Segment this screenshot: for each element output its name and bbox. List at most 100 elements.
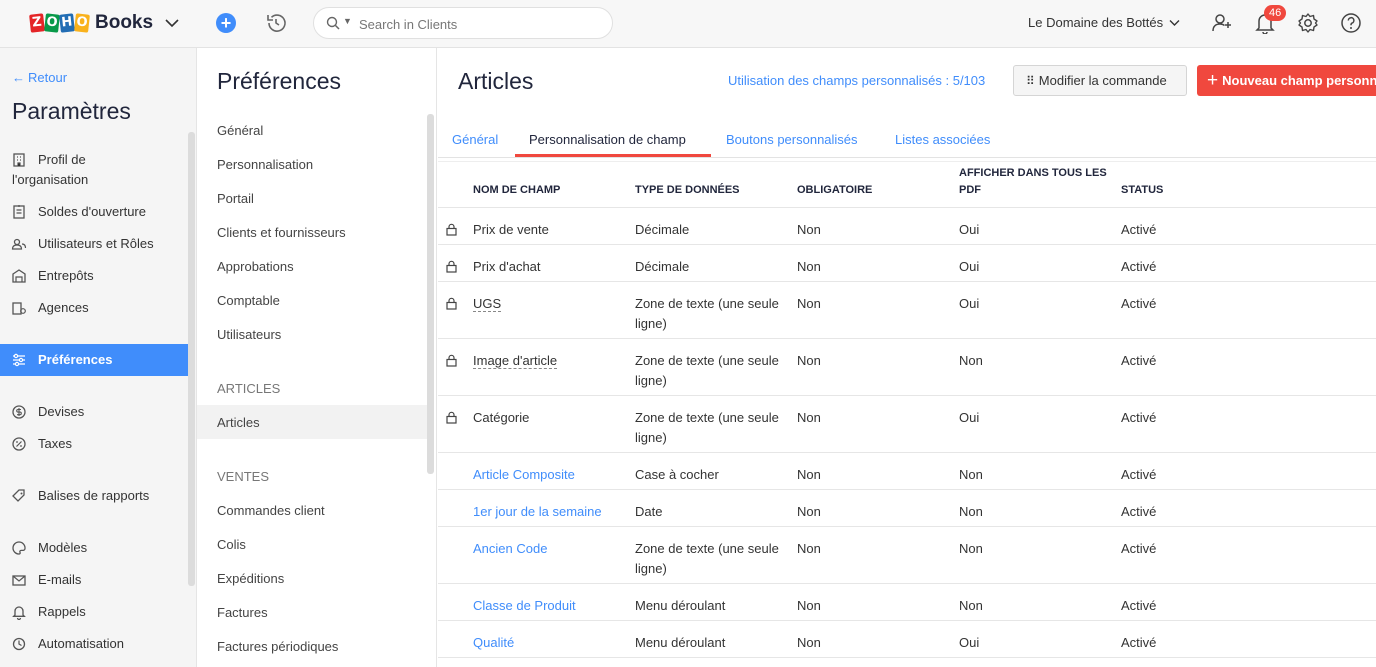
active-tab-indicator [515,154,711,157]
cell-type: Case à cocher [635,465,785,485]
preferences-menu-item[interactable]: Comptable [217,293,280,308]
back-link[interactable]: ← Retour [12,70,67,85]
preferences-menu-item[interactable]: Personnalisation [217,157,313,172]
new-custom-field-button[interactable]: + Nouveau champ personnalisé [1197,65,1376,96]
cell-text: Zone de texte (une seule ligne) [635,541,779,576]
cell-text: Ancien Code [473,541,548,556]
table-row[interactable]: Image d'article Zone de texte (une seule … [438,339,1376,396]
org-name: Le Domaine des Bottés [1028,15,1164,30]
tab-related-lists[interactable]: Listes associées [895,132,990,147]
cell-type: Décimale [635,257,785,277]
preferences-menu-item[interactable]: Commandes client [217,503,325,518]
help-icon[interactable] [1340,12,1362,34]
cell-pdf: Oui [959,257,979,277]
sidebar-item-label: Profil de [38,152,86,167]
settings-title: Paramètres [12,98,131,124]
main-content: Articles Utilisation des champs personna… [438,48,1376,667]
table-row[interactable]: Prix d'achat Décimale Non Oui Activé [438,245,1376,282]
preferences-menu-item[interactable]: Portail [217,191,254,206]
lock-icon [446,260,457,276]
cell-name: UGS [473,294,502,314]
section-heading-articles: ARTICLES [217,381,281,396]
palette-icon [11,540,27,556]
cell-name[interactable]: Article Composite [473,465,575,485]
organization-switcher[interactable]: Le Domaine des Bottés [1028,15,1180,30]
table-row[interactable]: 1er jour de la semaine Date Non Non Activé [438,490,1376,527]
preferences-menu-item[interactable]: Factures périodiques [217,639,338,654]
column-header-type: TYPE DE DONNÉES [635,184,740,196]
tab-general[interactable]: Général [452,132,498,147]
sidebar-scrollbar[interactable] [188,132,195,586]
history-icon[interactable] [264,11,288,35]
cell-text: Non [797,598,821,613]
chevron-down-icon [165,19,179,28]
search-filter-caret-icon[interactable]: ▼ [343,16,352,26]
cell-text: Zone de texte (une seule ligne) [635,353,779,388]
cell-required: Non [797,294,821,314]
cell-type: Menu déroulant [635,596,785,616]
cell-text: Activé [1121,467,1157,482]
cell-text: Non [959,541,983,556]
search-box[interactable]: ▼ [313,7,613,39]
cell-text: Oui [959,635,980,650]
cell-name: Catégorie [473,408,529,428]
cell-required: Non [797,408,821,428]
cell-text: Non [797,504,821,519]
sidebar-item[interactable]: Préférences [0,344,188,376]
users-icon [11,236,27,252]
notification-badge: 46 [1264,5,1287,21]
cell-name[interactable]: Classe de Produit [473,596,576,616]
tab-custom-buttons[interactable]: Boutons personnalisés [726,132,858,147]
preferences-menu-item[interactable]: Utilisateurs [217,327,281,342]
table-row[interactable]: Qualité Menu déroulant Non Oui Activé [438,621,1376,658]
column-header-status: STATUS [1121,184,1164,196]
table-row[interactable]: Classe de Produit Menu déroulant Non Non Act… [438,584,1376,621]
table-row[interactable]: UGS Zone de texte (une seule ligne) Non Oui… [438,282,1376,339]
preferences-menu-item[interactable]: Approbations [217,259,294,274]
cell-text: Non [797,296,821,311]
cell-name[interactable]: 1er jour de la semaine [473,502,602,522]
gear-icon[interactable] [1297,12,1319,34]
sidebar-item-label: Agences [38,300,89,315]
table-row[interactable]: Ancien Code Zone de texte (une seule lign… [438,527,1376,584]
page-title: Articles [458,68,534,94]
cell-pdf: Oui [959,408,979,428]
cell-name[interactable]: Ancien Code [473,539,547,559]
quick-create-button[interactable]: + [216,13,236,33]
tab-field-customization[interactable]: Personnalisation de champ [529,132,686,147]
refer-users-icon[interactable] [1211,12,1233,34]
search-input[interactable] [359,14,599,34]
sidebar-item-label: Devises [38,404,85,419]
cell-text: Non [959,353,983,368]
cell-type: Zone de texte (une seule ligne) [635,539,785,579]
custom-fields-usage-link[interactable]: Utilisation des champs personnalisés : 5… [728,73,985,88]
cell-type: Date [635,502,785,522]
cell-text: Case à cocher [635,467,719,482]
settings-sidebar: ← Retour Paramètres Profil de l'organisati… [0,48,197,667]
table-row[interactable]: Article Composite Case à cocher Non Non Acti… [438,453,1376,490]
preferences-scrollbar[interactable] [427,114,434,474]
cell-text: Non [959,598,983,613]
cell-text: Non [797,635,821,650]
top-bar: ZOHO Books + ▼ Le Domaine des Bottés 46 [0,0,1376,48]
preferences-menu-item[interactable]: Général [217,123,263,138]
sidebar-item-label: Soldes d'ouverture [38,204,146,219]
preferences-menu-item-articles[interactable]: Articles [217,415,260,430]
app-logo[interactable]: ZOHO Books [29,11,179,35]
cell-text: Catégorie [473,410,530,425]
cell-text: Non [959,504,983,519]
cell-name[interactable]: Qualité [473,633,514,653]
modify-order-button[interactable]: ⠿ Modifier la commande [1013,65,1187,96]
preferences-menu-item[interactable]: Colis [217,537,246,552]
table-row[interactable]: Catégorie Zone de texte (une seule ligne)… [438,396,1376,453]
table-row[interactable]: Prix de vente Décimale Non Oui Activé [438,208,1376,245]
cell-text: Décimale [635,222,690,237]
cell-text: Prix de vente [473,222,549,237]
preferences-menu-item[interactable]: Factures [217,605,268,620]
zoho-logo-letter: H [59,13,75,33]
preferences-menu-item[interactable]: Expéditions [217,571,284,586]
cell-text: Activé [1121,353,1157,368]
preferences-menu-item[interactable]: Clients et fournisseurs [217,225,346,240]
cell-type: Zone de texte (une seule ligne) [635,351,785,391]
cell-status: Activé [1121,408,1156,428]
